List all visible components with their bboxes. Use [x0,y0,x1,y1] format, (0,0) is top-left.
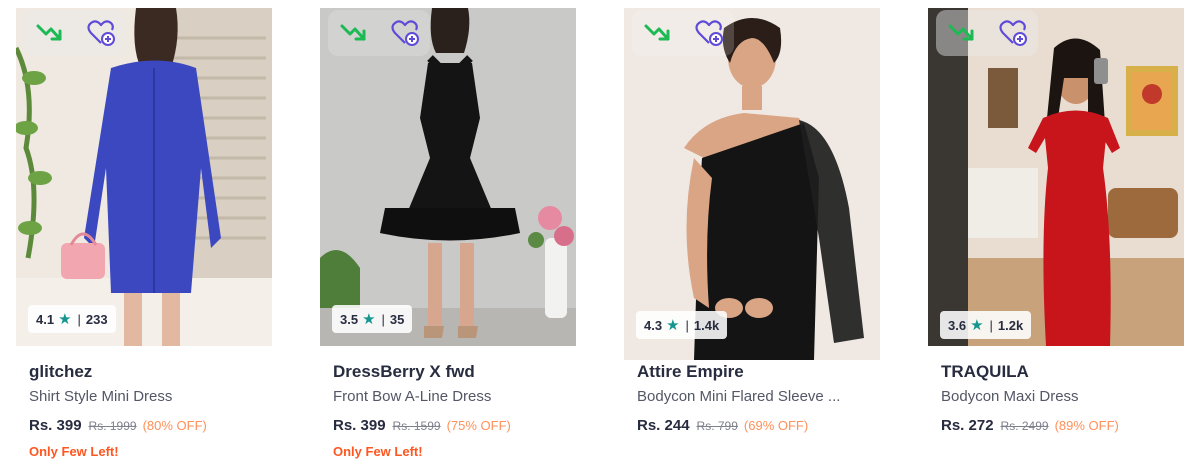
price-row: Rs. 244 Rs. 799 (69% OFF) [637,417,808,434]
trending-down-icon[interactable] [641,16,675,50]
star-icon: ★ [666,316,680,334]
card-action-icons [24,10,126,56]
selling-price: Rs. 399 [333,417,386,434]
product-image[interactable] [928,8,1184,346]
heart-plus-icon[interactable] [84,16,118,50]
trending-down-icon[interactable] [945,16,979,50]
rating-divider: | [685,317,689,333]
discount-label: (69% OFF) [743,418,809,433]
rating-divider: | [989,317,993,333]
product-image[interactable] [320,8,576,346]
heart-plus-icon[interactable] [996,16,1030,50]
rating-count: 35 [389,311,405,327]
original-price: Rs. 1999 [88,419,137,433]
discount-label: (80% OFF) [142,418,207,433]
star-icon: ★ [970,316,984,334]
product-brand[interactable]: Attire Empire [637,362,744,382]
rating-badge: 3.6 ★ | 1.2k [940,311,1032,339]
product-title[interactable]: Bodycon Mini Flared Sleeve ... [637,388,887,405]
product-brand[interactable]: TRAQUILA [941,362,1029,382]
selling-price: Rs. 272 [941,417,994,434]
card-action-icons [328,10,430,56]
trending-down-icon[interactable] [337,16,371,50]
rating-value: 3.5 [340,311,359,327]
product-card[interactable]: 4.3 ★ | 1.4k Attire Empire Bodycon Mini … [624,0,894,465]
rating-badge: 3.5 ★ | 35 [332,305,413,333]
rating-value: 4.1 [36,311,55,327]
stock-note: Only Few Left! [333,444,423,459]
product-image[interactable] [16,8,272,346]
price-row: Rs. 399 Rs. 1599 (75% OFF) [333,417,511,434]
product-card[interactable]: 4.1 ★ | 233 glitchez Shirt Style Mini Dr… [16,0,286,465]
rating-value: 4.3 [644,317,663,333]
star-icon: ★ [58,310,72,328]
card-action-icons [632,10,734,56]
product-image[interactable] [624,8,880,360]
heart-plus-icon[interactable] [692,16,726,50]
rating-badge: 4.1 ★ | 233 [28,305,116,333]
rating-divider: | [381,311,385,327]
trending-down-icon[interactable] [33,16,67,50]
selling-price: Rs. 244 [637,417,690,434]
product-brand[interactable]: glitchez [29,362,92,382]
original-price: Rs. 799 [696,419,738,433]
stock-note: Only Few Left! [29,444,119,459]
star-icon: ★ [362,310,376,328]
product-title[interactable]: Front Bow A-Line Dress [333,388,583,405]
price-row: Rs. 272 Rs. 2499 (89% OFF) [941,417,1119,434]
rating-count: 1.4k [693,317,720,333]
product-card[interactable]: 3.6 ★ | 1.2k TRAQUILA Bodycon Maxi Dress… [928,0,1198,465]
price-row: Rs. 399 Rs. 1999 (80% OFF) [29,417,207,434]
card-action-icons [936,10,1038,56]
product-title[interactable]: Shirt Style Mini Dress [29,388,279,405]
original-price: Rs. 2499 [1000,419,1049,433]
product-grid: 4.1 ★ | 233 glitchez Shirt Style Mini Dr… [0,0,1200,465]
rating-value: 3.6 [948,317,967,333]
selling-price: Rs. 399 [29,417,82,434]
rating-divider: | [77,311,81,327]
rating-count: 1.2k [997,317,1024,333]
discount-label: (89% OFF) [1054,418,1119,433]
product-card[interactable]: 3.5 ★ | 35 DressBerry X fwd Front Bow A-… [320,0,590,465]
original-price: Rs. 1599 [392,419,441,433]
product-brand[interactable]: DressBerry X fwd [333,362,475,382]
rating-count: 233 [85,311,108,327]
product-title[interactable]: Bodycon Maxi Dress [941,388,1191,405]
discount-label: (75% OFF) [446,418,511,433]
rating-badge: 4.3 ★ | 1.4k [636,311,728,339]
heart-plus-icon[interactable] [388,16,422,50]
